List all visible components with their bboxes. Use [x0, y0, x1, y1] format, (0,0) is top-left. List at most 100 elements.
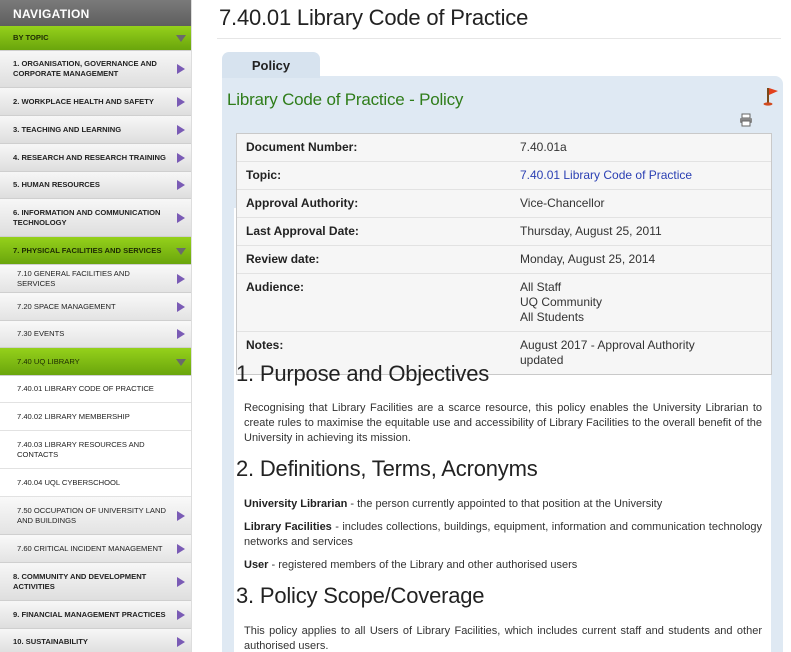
sidebar-navigation: NAVIGATION BY TOPIC 1. ORGANISATION, GOV… [0, 0, 192, 652]
nav-label: 7. PHYSICAL FACILITIES AND SERVICES [13, 245, 162, 255]
chevron-down-icon [176, 358, 186, 366]
nav-label: BY TOPIC [13, 33, 49, 42]
definition-library-facilities: Library Facilities - includes collection… [244, 520, 762, 550]
meta-value: August 2017 - Approval Authority updated [520, 332, 771, 374]
nav-label: 6. INFORMATION AND COMMUNICATION TECHNOL… [13, 207, 161, 227]
meta-row-document-number: Document Number: 7.40.01a [237, 134, 771, 162]
audience-item: All Students [520, 310, 585, 324]
meta-value: Monday, August 25, 2014 [520, 252, 656, 266]
nav-label: 7.40.04 UQL CYBERSCHOOL [17, 477, 121, 487]
chevron-right-icon [177, 510, 185, 521]
nav-topic-6[interactable]: 6. INFORMATION AND COMMUNICATION TECHNOL… [0, 199, 191, 237]
nav-topic-3[interactable]: 3. TEACHING AND LEARNING [0, 116, 191, 144]
nav-topic-9[interactable]: 9. FINANCIAL MANAGEMENT PRACTICES [0, 601, 191, 629]
nav-topic-5[interactable]: 5. HUMAN RESOURCES [0, 172, 191, 199]
meta-value: 7.40.01a [520, 140, 567, 154]
nav-label: 7.30 EVENTS [17, 329, 65, 338]
flag-icon[interactable] [763, 86, 779, 106]
nav-topic-7-10[interactable]: 7.10 GENERAL FACILITIES AND SERVICES [0, 265, 191, 293]
topic-link[interactable]: 7.40.01 Library Code of Practice [520, 168, 692, 182]
audience-item: UQ Community [520, 295, 603, 309]
meta-row-review-date: Review date: Monday, August 25, 2014 [237, 246, 771, 274]
meta-label: Review date: [246, 252, 320, 266]
notes-line: August 2017 - Approval Authority [520, 338, 695, 352]
nav-label: 7.50 OCCUPATION OF UNIVERSITY LAND AND B… [17, 505, 166, 525]
nav-label: 1. ORGANISATION, GOVERNANCE AND CORPORAT… [13, 59, 157, 78]
chevron-right-icon [177, 152, 185, 163]
page-title: 7.40.01 Library Code of Practice [219, 5, 529, 30]
navigation-heading: NAVIGATION [0, 0, 191, 26]
audience-item: All Staff [520, 280, 562, 294]
nav-label: 7.20 SPACE MANAGEMENT [17, 301, 116, 311]
nav-topic-7-60[interactable]: 7.60 CRITICAL INCIDENT MANAGEMENT [0, 535, 191, 563]
nav-label: 4. RESEARCH AND RESEARCH TRAINING [13, 152, 166, 162]
section-heading-scope: 3. Policy Scope/Coverage [236, 583, 485, 608]
definition-text: - registered members of the Library and … [268, 559, 578, 571]
policy-heading: Library Code of Practice - Policy [227, 90, 464, 109]
chevron-right-icon [177, 301, 185, 312]
nav-topic-7-40-01[interactable]: 7.40.01 LIBRARY CODE OF PRACTICE [0, 376, 191, 403]
section-text-scope: This policy applies to all Users of Libr… [244, 625, 762, 652]
nav-label: 3. TEACHING AND LEARNING [13, 124, 122, 134]
nav-topic-8[interactable]: 8. COMMUNITY AND DEVELOPMENT ACTIVITIES [0, 563, 191, 601]
nav-label: 7.10 GENERAL FACILITIES AND SERVICES [17, 268, 130, 288]
tab-policy[interactable]: Policy [222, 52, 320, 78]
nav-label: 7.40.03 LIBRARY RESOURCES AND CONTACTS [17, 439, 145, 459]
chevron-right-icon [177, 96, 185, 107]
definition-term: User [244, 559, 269, 571]
title-divider [217, 38, 781, 39]
nav-label: 7.60 CRITICAL INCIDENT MANAGEMENT [17, 543, 163, 553]
nav-topic-7-20[interactable]: 7.20 SPACE MANAGEMENT [0, 293, 191, 321]
meta-label: Document Number: [246, 140, 358, 154]
document-metadata-table: Document Number: 7.40.01a Topic: 7.40.01… [236, 133, 772, 375]
nav-topic-7-40[interactable]: 7.40 UQ LIBRARY [0, 348, 191, 376]
nav-topic-7-40-03[interactable]: 7.40.03 LIBRARY RESOURCES AND CONTACTS [0, 431, 191, 469]
meta-label: Audience: [246, 280, 305, 294]
meta-value: Thursday, August 25, 2011 [520, 224, 662, 238]
nav-topic-1[interactable]: 1. ORGANISATION, GOVERNANCE AND CORPORAT… [0, 51, 191, 88]
section-heading-definitions: 2. Definitions, Terms, Acronyms [236, 456, 538, 481]
nav-label: 8. COMMUNITY AND DEVELOPMENT ACTIVITIES [13, 571, 147, 591]
meta-label: Last Approval Date: [246, 224, 359, 238]
chevron-right-icon [177, 329, 185, 339]
nav-label: 7.40.01 LIBRARY CODE OF PRACTICE [17, 384, 154, 393]
nav-topic-7-50[interactable]: 7.50 OCCUPATION OF UNIVERSITY LAND AND B… [0, 497, 191, 535]
meta-value: All Staff UQ Community All Students [520, 274, 771, 331]
nav-label: 7.40 UQ LIBRARY [17, 356, 80, 366]
nav-label: 9. FINANCIAL MANAGEMENT PRACTICES [13, 609, 166, 619]
chevron-right-icon [177, 576, 185, 587]
nav-topic-7-40-04[interactable]: 7.40.04 UQL CYBERSCHOOL [0, 469, 191, 497]
chevron-down-icon [176, 35, 186, 42]
meta-row-topic: Topic: 7.40.01 Library Code of Practice [237, 162, 771, 190]
definition-text: - the person currently appointed to that… [347, 498, 663, 510]
nav-by-topic[interactable]: BY TOPIC [0, 26, 191, 51]
chevron-right-icon [177, 180, 185, 190]
section-text-purpose: Recognising that Library Facilities are … [244, 402, 762, 444]
nav-topic-7-40-02[interactable]: 7.40.02 LIBRARY MEMBERSHIP [0, 403, 191, 431]
main-content: 7.40.01 Library Code of Practice Policy … [217, 0, 783, 652]
chevron-right-icon [177, 273, 185, 284]
nav-topic-2[interactable]: 2. WORKPLACE HEALTH AND SAFETY [0, 88, 191, 116]
chevron-right-icon [177, 543, 185, 554]
meta-value: Vice-Chancellor [520, 196, 605, 210]
nav-topic-7[interactable]: 7. PHYSICAL FACILITIES AND SERVICES [0, 237, 191, 265]
definition-term: Library Facilities [244, 521, 332, 533]
chevron-right-icon [177, 64, 185, 74]
nav-label: 7.40.02 LIBRARY MEMBERSHIP [17, 411, 130, 421]
definition-term: University Librarian [244, 498, 348, 510]
chevron-right-icon [177, 212, 185, 223]
nav-label: 5. HUMAN RESOURCES [13, 180, 100, 189]
definition-university-librarian: University Librarian - the person curren… [244, 497, 762, 512]
meta-label: Topic: [246, 168, 282, 182]
meta-row-last-approval: Last Approval Date: Thursday, August 25,… [237, 218, 771, 246]
meta-row-approval-authority: Approval Authority: Vice-Chancellor [237, 190, 771, 218]
chevron-right-icon [177, 636, 185, 647]
nav-topic-4[interactable]: 4. RESEARCH AND RESEARCH TRAINING [0, 144, 191, 172]
nav-topic-10[interactable]: 10. SUSTAINABILITY [0, 629, 191, 652]
print-icon[interactable] [739, 113, 753, 127]
definition-user: User - registered members of the Library… [244, 558, 762, 573]
nav-topic-7-30[interactable]: 7.30 EVENTS [0, 321, 191, 348]
chevron-down-icon [176, 247, 186, 255]
nav-label: 2. WORKPLACE HEALTH AND SAFETY [13, 96, 154, 106]
meta-row-audience: Audience: All Staff UQ Community All Stu… [237, 274, 771, 332]
